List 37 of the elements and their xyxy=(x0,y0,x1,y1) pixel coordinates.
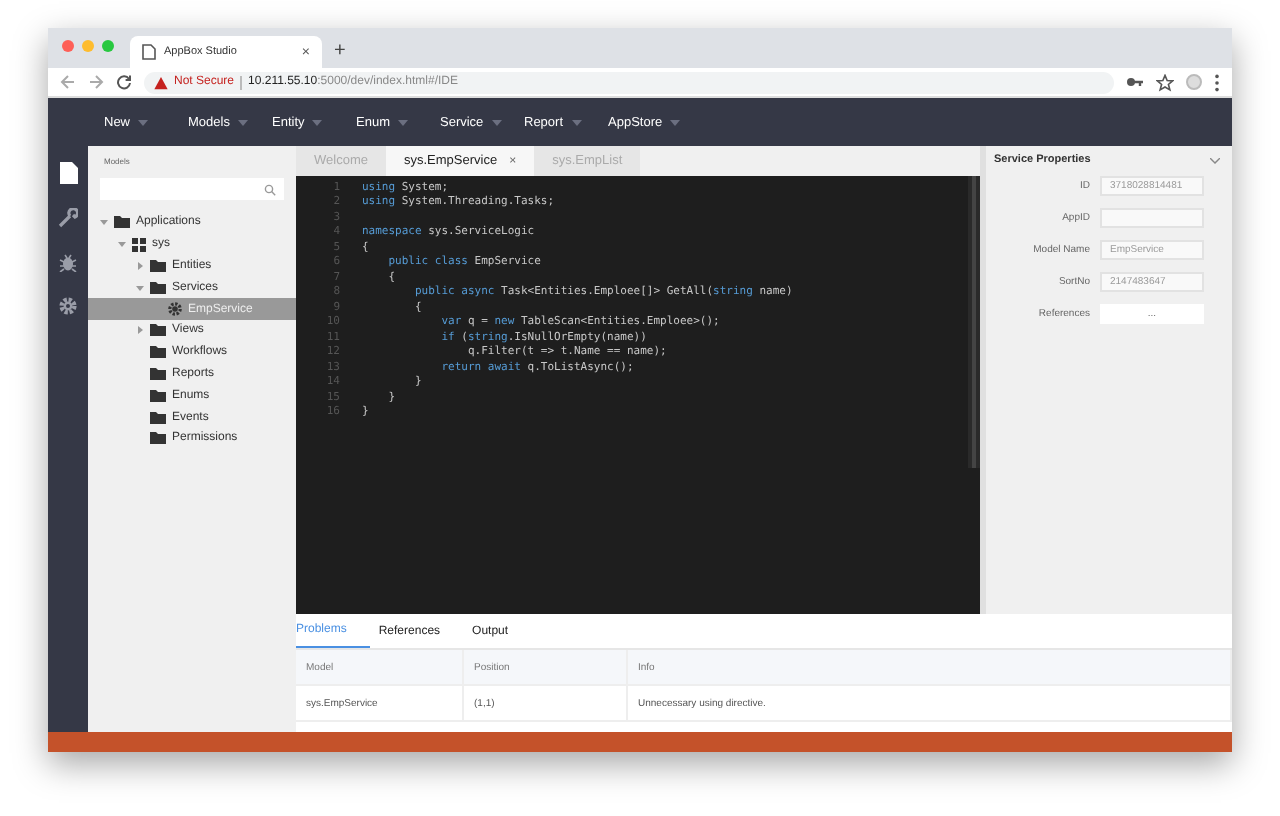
settings-icon[interactable] xyxy=(58,296,78,316)
collapsed-caret-icon[interactable] xyxy=(136,326,144,335)
new-tab-button[interactable]: + xyxy=(322,40,346,68)
wrench-icon[interactable] xyxy=(58,208,78,228)
warning-icon xyxy=(154,75,168,89)
search-icon xyxy=(264,183,276,195)
collapsed-caret-icon[interactable] xyxy=(136,261,144,270)
expanded-caret-icon[interactable] xyxy=(118,240,126,249)
scrollbar[interactable] xyxy=(968,176,980,468)
reload-icon[interactable] xyxy=(116,74,132,90)
expanded-caret-icon[interactable] xyxy=(136,283,144,292)
close-window-icon[interactable] xyxy=(62,40,74,52)
profile-avatar-icon[interactable] xyxy=(1186,74,1202,90)
code-editor[interactable] xyxy=(296,176,980,614)
star-icon[interactable] xyxy=(1156,73,1174,91)
search-field[interactable] xyxy=(100,178,284,200)
caret-icon xyxy=(237,119,248,125)
minimize-window-icon[interactable] xyxy=(82,40,94,52)
back-icon[interactable] xyxy=(60,74,76,90)
key-icon[interactable] xyxy=(1126,74,1144,90)
caret-icon xyxy=(670,119,681,125)
caret-icon xyxy=(571,119,582,125)
gear-icon xyxy=(168,302,182,317)
bug-icon[interactable] xyxy=(58,252,78,272)
caret-icon xyxy=(312,119,323,125)
expanded-caret-icon[interactable] xyxy=(100,218,108,227)
more-menu-icon[interactable] xyxy=(1214,73,1220,91)
maximize-window-icon[interactable] xyxy=(102,40,114,52)
caret-icon xyxy=(491,119,502,125)
grid-icon xyxy=(132,237,146,252)
forward-icon[interactable] xyxy=(88,74,104,90)
caret-icon xyxy=(138,119,149,125)
caret-icon xyxy=(397,119,408,125)
chevron-down-icon[interactable] xyxy=(1210,157,1220,163)
document-icon[interactable] xyxy=(59,162,77,184)
folder-icon xyxy=(114,216,130,229)
page-icon xyxy=(142,44,156,60)
